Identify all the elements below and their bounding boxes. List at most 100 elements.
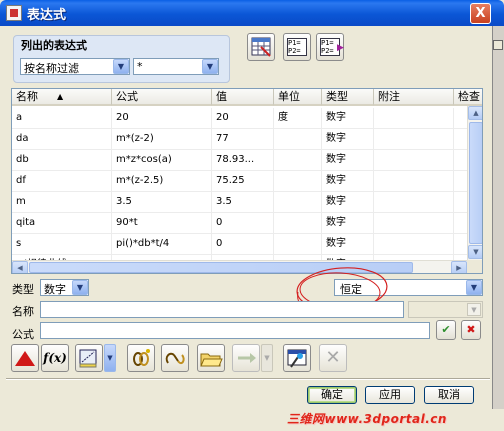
table-cell[interactable]: pi()*db*t/4 — [112, 234, 212, 255]
reference-button[interactable] — [127, 344, 155, 372]
table-cell[interactable] — [374, 150, 454, 171]
column-header-note[interactable]: 附注 — [374, 89, 454, 106]
table-cell[interactable]: 75.25 — [212, 171, 274, 192]
table-cell[interactable] — [274, 192, 322, 213]
table-row[interactable]: df m*(z-2.5) 75.25 数字 — [12, 171, 482, 192]
open-file-button[interactable] — [197, 344, 225, 372]
table-cell[interactable] — [274, 171, 322, 192]
import-expressions-button[interactable]: P1= P2= ▶ — [316, 33, 344, 61]
column-header-check[interactable]: 检查 — [454, 89, 482, 106]
expression-table[interactable]: 名称 ▲ 公式 值 单位 类型 附注 检查 a 20 20 度数字 da m*(z-2) 7… — [11, 88, 483, 274]
export-expressions-button[interactable]: P1= P2= — [283, 33, 311, 61]
scroll-down-icon[interactable]: ▼ — [468, 245, 482, 259]
column-header-value[interactable]: 值 — [212, 89, 274, 106]
table-cell[interactable] — [374, 108, 454, 129]
table-row[interactable]: s pi()*db*t/4 0 数字 — [12, 234, 482, 255]
vertical-scroll-thumb[interactable] — [469, 122, 482, 244]
link-expression-button[interactable] — [161, 344, 189, 372]
horizontal-scrollbar[interactable]: ◀ ▶ — [12, 260, 467, 273]
spreadsheet-icon — [251, 37, 271, 57]
table-cell[interactable]: 数字 — [322, 213, 374, 234]
chevron-down-icon[interactable]: ▼ — [202, 59, 218, 74]
delete-button[interactable] — [11, 344, 39, 372]
table-cell[interactable]: df — [12, 171, 112, 192]
table-cell[interactable] — [274, 213, 322, 234]
app-icon — [6, 5, 22, 21]
spreadsheet-button[interactable] — [247, 33, 275, 61]
chevron-down-icon[interactable]: ▼ — [113, 59, 129, 74]
scroll-up-icon[interactable]: ▲ — [468, 106, 482, 120]
table-cell[interactable]: 0 — [212, 213, 274, 234]
table-row[interactable]: qita 90*t 0 数字 — [12, 213, 482, 234]
filter-mode-value: 按名称过滤 — [24, 62, 79, 75]
table-cell[interactable]: a — [12, 108, 112, 129]
table-cell[interactable]: 90*t — [112, 213, 212, 234]
table-cell[interactable]: 20 — [112, 108, 212, 129]
table-cell[interactable]: 0 — [212, 234, 274, 255]
edit-expression-button[interactable] — [283, 344, 311, 372]
chevron-down-icon[interactable]: ▼ — [466, 280, 482, 295]
table-cell[interactable]: 数字 — [322, 150, 374, 171]
table-cell[interactable]: 数字 — [322, 129, 374, 150]
reject-edit-button[interactable]: ✖ — [461, 320, 481, 340]
table-cell[interactable] — [374, 192, 454, 213]
type-label: 类型 — [12, 283, 34, 296]
table-cell[interactable]: s — [12, 234, 112, 255]
functions-button[interactable]: f(x) — [41, 344, 69, 372]
table-cell[interactable]: da — [12, 129, 112, 150]
table-cell[interactable]: 78.93... — [212, 150, 274, 171]
table-cell[interactable]: 数字 — [322, 108, 374, 129]
scroll-left-icon[interactable]: ◀ — [12, 261, 28, 273]
table-cell[interactable]: m — [12, 192, 112, 213]
table-cell[interactable] — [374, 171, 454, 192]
filter-mode-dropdown[interactable]: 按名称过滤 ▼ — [20, 58, 130, 75]
table-cell[interactable]: 3.5 — [212, 192, 274, 213]
formula-input[interactable] — [40, 322, 430, 339]
measure-button[interactable] — [75, 344, 103, 372]
chevron-down-icon[interactable]: ▼ — [72, 280, 88, 295]
table-cell[interactable]: m*(z-2.5) — [112, 171, 212, 192]
vertical-scrollbar[interactable]: ▲ ▼ — [467, 106, 482, 260]
table-cell[interactable] — [274, 234, 322, 255]
table-cell[interactable]: 数字 — [322, 192, 374, 213]
table-cell[interactable]: 3.5 — [112, 192, 212, 213]
measure-dropdown-arrow[interactable]: ▼ — [104, 344, 116, 372]
ok-button[interactable]: 确定 — [307, 386, 357, 404]
type-value: 数字 — [44, 283, 66, 296]
table-cell[interactable]: db — [12, 150, 112, 171]
table-cell[interactable] — [374, 234, 454, 255]
title-bar[interactable] — [0, 0, 504, 26]
table-row[interactable]: da m*(z-2) 77 数字 — [12, 129, 482, 150]
table-row[interactable]: a 20 20 度数字 — [12, 108, 482, 129]
unit-dropdown: ▼ — [408, 301, 483, 318]
chain-link-icon — [165, 352, 185, 365]
table-row[interactable]: m 3.5 3.5 数字 — [12, 192, 482, 213]
table-cell[interactable] — [274, 150, 322, 171]
table-cell[interactable]: 度 — [274, 108, 322, 129]
column-header-name[interactable]: 名称 ▲ — [12, 89, 112, 106]
column-header-unit[interactable]: 单位 — [274, 89, 322, 106]
table-cell[interactable]: m*(z-2) — [112, 129, 212, 150]
table-cell[interactable]: 77 — [212, 129, 274, 150]
close-button[interactable]: X — [470, 3, 491, 24]
table-row[interactable]: db m*z*cos(a) 78.93... 数字 — [12, 150, 482, 171]
type-dropdown[interactable]: 数字 ▼ — [40, 279, 89, 296]
table-cell[interactable]: 20 — [212, 108, 274, 129]
table-cell[interactable]: 数字 — [322, 171, 374, 192]
table-cell[interactable]: m*z*cos(a) — [112, 150, 212, 171]
column-header-type[interactable]: 类型 — [322, 89, 374, 106]
table-cell[interactable]: 数字 — [322, 234, 374, 255]
column-header-formula[interactable]: 公式 — [112, 89, 212, 106]
name-input[interactable] — [40, 301, 404, 318]
scroll-right-icon[interactable]: ▶ — [451, 261, 467, 273]
link-icon — [133, 349, 150, 366]
filter-pattern-dropdown[interactable]: * ▼ — [133, 58, 219, 75]
table-cell[interactable] — [274, 129, 322, 150]
cancel-button[interactable]: 取消 — [424, 386, 474, 404]
delete-expression-button: ✕ — [319, 344, 347, 372]
accept-edit-button[interactable]: ✔ — [436, 320, 456, 340]
table-cell[interactable] — [374, 129, 454, 150]
table-cell[interactable] — [374, 213, 454, 234]
table-cell[interactable]: qita — [12, 213, 112, 234]
apply-button[interactable]: 应用 — [365, 386, 415, 404]
